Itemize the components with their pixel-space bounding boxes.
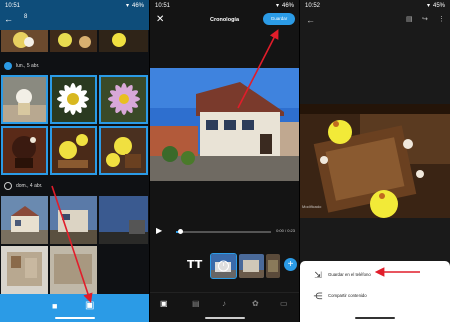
download-to-phone-icon: ⇲: [314, 270, 322, 280]
wifi-icon: ▾: [275, 3, 279, 9]
editor-bottom-nav: ▣ ▤ ♪ ✿ ▭: [150, 292, 299, 322]
group-select-check[interactable]: [4, 182, 12, 190]
clips-tab-icon[interactable]: ▣: [160, 299, 168, 308]
video-icon[interactable]: ■: [52, 301, 57, 311]
movie-create-icon[interactable]: ▣: [85, 300, 94, 311]
playback-controls: ▶ 0:00 / 0:23: [150, 226, 299, 238]
text-tool-icon[interactable]: TT: [187, 258, 202, 271]
photo-viewer-screen: 10:52 ▾ 45% ← ▤ ↪ ⋮ Modificado ⇲ Guardar…: [300, 0, 450, 322]
share-nodes-icon: ⋲: [313, 291, 323, 301]
status-time: 10:52: [305, 3, 321, 9]
share-content-option[interactable]: ⋲ Compartir contenido: [300, 288, 450, 306]
photo-tile[interactable]: [99, 75, 148, 124]
status-bar: 10:51 ▾ 46%: [0, 0, 149, 12]
battery-level: 45%: [432, 3, 445, 9]
photo-tile[interactable]: [99, 196, 148, 244]
share-icon[interactable]: ↪: [422, 15, 428, 23]
photo-tile[interactable]: [99, 30, 148, 52]
gesture-nav-bar: [55, 317, 95, 319]
status-bar: 10:51 ▾ 46%: [150, 0, 299, 12]
photo-tile[interactable]: [50, 75, 97, 124]
gesture-nav-bar: [355, 317, 395, 319]
battery-level: 46%: [281, 3, 294, 9]
photo-tile[interactable]: [50, 246, 97, 294]
battery-level: 46%: [131, 3, 144, 9]
add-clip-button[interactable]: +: [284, 258, 297, 271]
group-select-check[interactable]: [4, 62, 12, 70]
status-bar: 10:52 ▾ 45%: [300, 0, 450, 12]
watermark-text: Modificado: [302, 204, 322, 209]
screenshot-composite: 10:51 ▾ 46% ← 8 lun., 5 abr. dom., 4 abr…: [0, 0, 450, 322]
save-button[interactable]: Guardar: [263, 13, 295, 25]
wifi-icon: ▾: [426, 3, 430, 9]
music-tab-icon[interactable]: ♪: [222, 299, 226, 308]
edit-icon[interactable]: ▤: [406, 15, 413, 23]
status-time: 10:51: [5, 3, 21, 9]
aspect-tab-icon[interactable]: ▭: [280, 299, 288, 308]
timeline-clip-selected[interactable]: [210, 253, 237, 279]
save-to-phone-option[interactable]: ⇲ Guardar en el teléfono: [300, 267, 450, 285]
timeline-clip[interactable]: [239, 254, 264, 278]
group-date-label: lun., 5 abr.: [16, 63, 40, 69]
video-preview[interactable]: [150, 68, 299, 181]
gesture-nav-bar: [205, 317, 245, 319]
time-display: 0:00 / 0:23: [276, 228, 295, 233]
wifi-icon: ▾: [125, 3, 129, 9]
seek-track[interactable]: [176, 231, 271, 233]
photo-tile[interactable]: [1, 246, 48, 294]
photo-tile[interactable]: [50, 196, 97, 244]
status-time: 10:51: [155, 3, 171, 9]
theme-tab-icon[interactable]: ✿: [252, 299, 259, 308]
bottom-action-bar: ■ ▣: [0, 294, 149, 322]
selected-count: 8: [24, 14, 28, 20]
video-editor-screen: 10:51 ▾ 46% ✕ Cronología Guardar ▶ 0:00 …: [150, 0, 299, 322]
save-to-phone-label: Guardar en el teléfono: [328, 272, 371, 277]
group-date-label: dom., 4 abr.: [16, 183, 43, 189]
photo-tile[interactable]: [1, 196, 48, 244]
filter-tab-icon[interactable]: ▤: [192, 299, 200, 308]
photo-tile[interactable]: [1, 30, 48, 52]
photo-tile[interactable]: [50, 126, 97, 175]
timeline-clip[interactable]: [266, 254, 280, 278]
back-arrow-icon[interactable]: ←: [306, 15, 315, 25]
back-arrow-icon[interactable]: ←: [4, 14, 13, 24]
photo-tile[interactable]: [99, 126, 148, 175]
share-content-label: Compartir contenido: [328, 293, 367, 298]
photo-tile[interactable]: [1, 126, 48, 175]
play-icon[interactable]: ▶: [156, 226, 162, 235]
gallery-selection-screen: 10:51 ▾ 46% ← 8 lun., 5 abr. dom., 4 abr…: [0, 0, 149, 322]
photo-tile[interactable]: [50, 30, 97, 52]
photo-tile[interactable]: [1, 75, 48, 124]
more-options-icon[interactable]: ⋮: [438, 15, 445, 23]
photo-content: Modificado: [300, 104, 450, 218]
seek-handle[interactable]: [178, 229, 183, 234]
bottom-sheet: ⇲ Guardar en el teléfono ⋲ Compartir con…: [300, 261, 450, 322]
